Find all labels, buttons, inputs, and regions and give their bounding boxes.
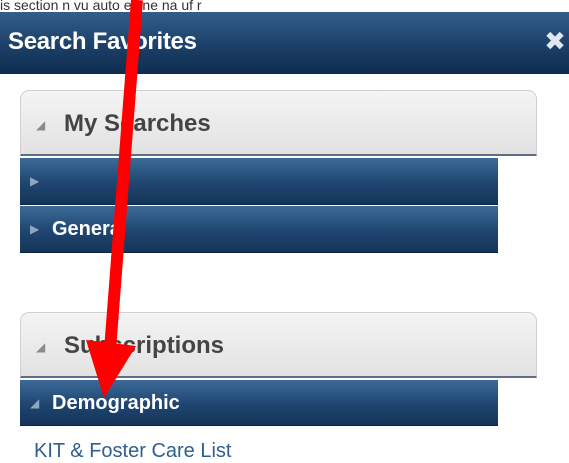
cut-off-top-text: is section n vu auto ec ne na uf r — [0, 0, 202, 10]
group-demographic[interactable]: ◢ Demographic — [20, 380, 498, 426]
triangle-down-icon: ◢ — [36, 340, 46, 354]
group-label: Demographic — [52, 392, 180, 414]
panel-header: Search Favorites ✖ — [0, 12, 569, 74]
section-subscriptions[interactable]: ◢ Subscriptions — [20, 312, 537, 378]
triangle-right-icon: ▶ — [30, 174, 40, 188]
triangle-down-icon: ◢ — [36, 118, 46, 132]
group-unnamed[interactable]: ▶ — [20, 158, 498, 205]
panel-title: Search Favorites — [8, 28, 197, 55]
section-my-searches[interactable]: ◢ My Searches — [20, 90, 537, 156]
close-icon[interactable]: ✖ — [541, 27, 569, 55]
triangle-right-icon: ▶ — [30, 222, 40, 236]
group-general[interactable]: ▶ General — [20, 206, 498, 253]
section-label: Subscriptions — [64, 332, 225, 359]
group-label: General — [52, 218, 127, 240]
section-label: My Searches — [64, 110, 211, 137]
triangle-down-icon: ◢ — [30, 396, 40, 410]
